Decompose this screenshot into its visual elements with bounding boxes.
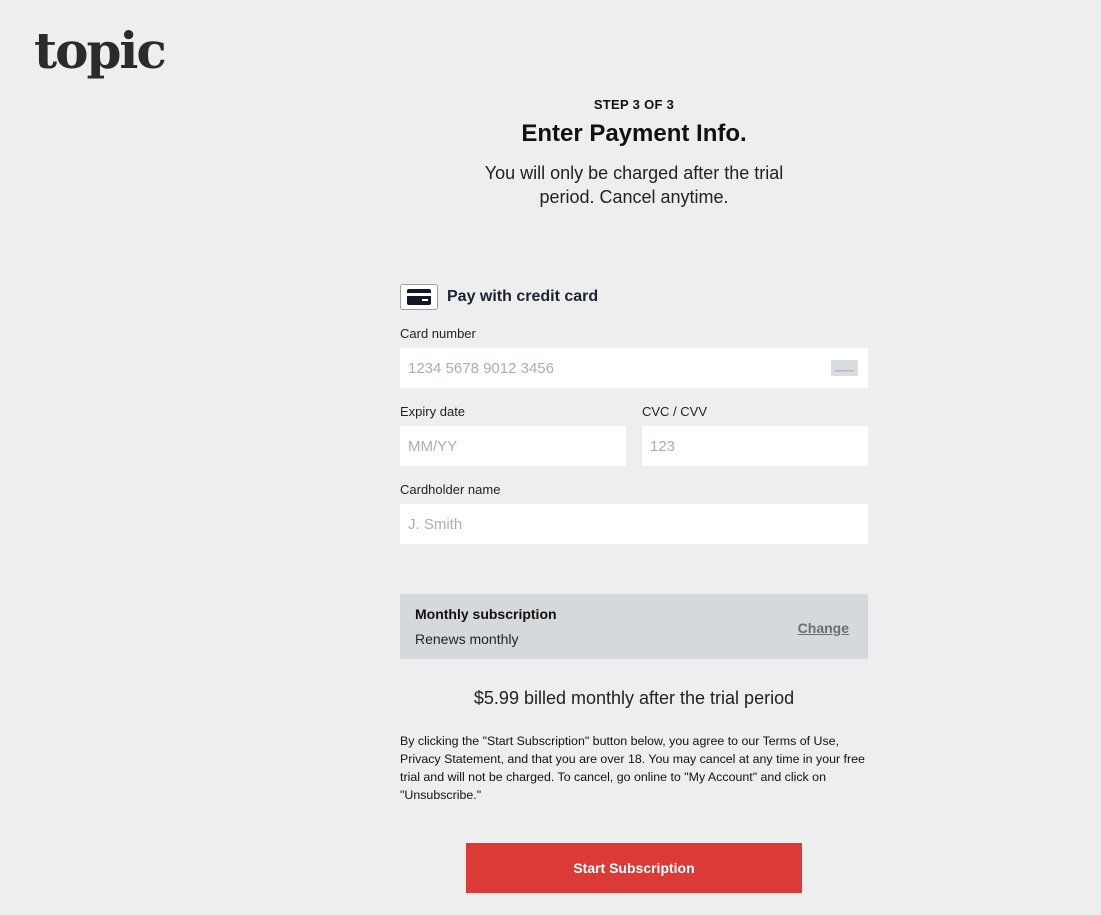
subscription-renewal: Renews monthly [415, 631, 519, 647]
cardholder-name-label: Cardholder name [400, 482, 501, 497]
subscription-title: Monthly subscription [415, 606, 557, 622]
change-plan-link[interactable]: Change [798, 620, 849, 636]
payment-page: topic STEP 3 OF 3 Enter Payment Info. Yo… [0, 0, 1101, 915]
start-subscription-button[interactable]: Start Subscription [466, 843, 802, 893]
expiry-label: Expiry date [400, 404, 466, 419]
step-indicator: STEP 3 OF 3 [593, 97, 675, 112]
card-number-label: Card number [400, 326, 476, 341]
page-title: Enter Payment Info. [521, 120, 747, 147]
cardholder-name-field-wrapper [400, 504, 868, 544]
pay-with-card-row: Pay with credit card [400, 283, 868, 311]
page-subtitle: You will only be charged after the trial… [484, 163, 784, 207]
topic-logo[interactable]: topic [34, 26, 167, 76]
cardholder-name-input[interactable] [400, 504, 868, 544]
pay-with-card-label: Pay with credit card [447, 288, 599, 305]
card-brand-icon [831, 360, 858, 381]
page-header: STEP 3 OF 3 Enter Payment Info. You will… [400, 98, 868, 209]
cardholder-name-group: Cardholder name [400, 482, 868, 544]
payment-form: Pay with credit card Card number Expiry … [400, 283, 868, 893]
cvc-input[interactable] [642, 426, 868, 466]
expiry-input[interactable] [400, 426, 626, 466]
subscription-summary: Monthly subscription Renews monthly Chan… [400, 594, 868, 659]
card-number-input[interactable] [400, 348, 868, 388]
card-number-group: Card number [400, 326, 868, 388]
card-number-field-wrapper [400, 348, 868, 388]
cvc-group: CVC / CVV [642, 404, 868, 466]
credit-card-icon [400, 284, 438, 310]
expiry-cvc-row: Expiry date CVC / CVV [400, 404, 868, 466]
expiry-group: Expiry date [400, 404, 626, 466]
expiry-field-wrapper [400, 426, 626, 466]
terms-text: By clicking the "Start Subscription" but… [400, 734, 865, 802]
price-text: $5.99 billed monthly after the trial per… [473, 688, 795, 708]
cvc-field-wrapper [642, 426, 868, 466]
cvc-label: CVC / CVV [642, 404, 708, 419]
